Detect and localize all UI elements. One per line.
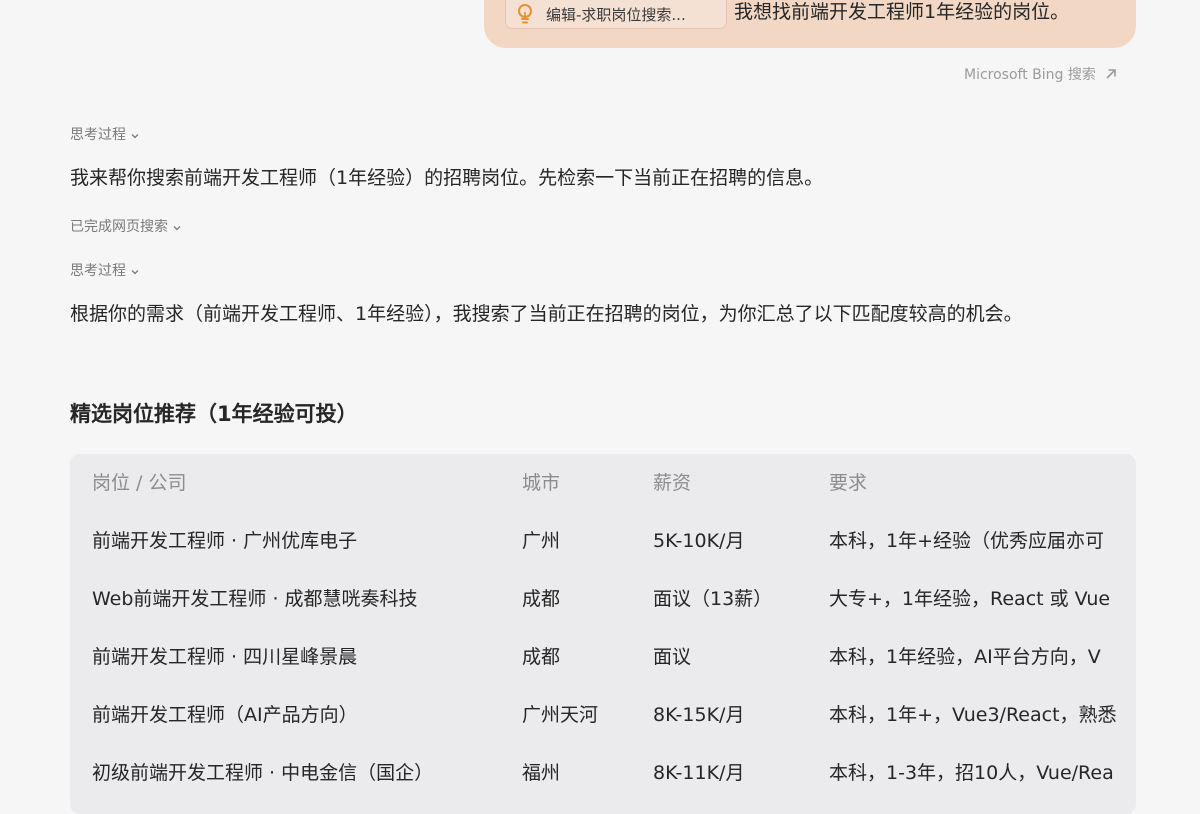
- header-salary: 薪资: [653, 472, 692, 494]
- requirements-cell: 本科，1年+，Vue3/React，熟悉: [829, 704, 1117, 726]
- table-row: Web前端开发工程师 · 成都慧咣奏科技 成都 面议（13薪） 大专+，1年经验…: [70, 570, 1136, 628]
- requirements-cell: 大专+，1年经验，React 或 Vue: [829, 588, 1111, 610]
- bing-search-label: Microsoft Bing 搜索: [964, 67, 1096, 83]
- salary-cell: 5K-10K/月: [653, 530, 745, 552]
- table-row: 前端开发工程师（AI产品方向） 广州天河 8K-15K/月 本科，1年+，Vue…: [70, 686, 1136, 744]
- city-cell: 广州: [522, 530, 561, 552]
- city-cell: 成都: [522, 588, 561, 610]
- thinking-toggle-label: 思考过程: [70, 127, 126, 143]
- attachment-chip[interactable]: 编辑-求职岗位搜索...: [505, 0, 727, 29]
- salary-cell: 面议（13薪）: [653, 588, 773, 610]
- jobs-table: 岗位 / 公司 城市 薪资 要求 前端开发工程师 · 广州优库电子 广州 5K-…: [70, 454, 1136, 814]
- salary-cell: 8K-11K/月: [653, 762, 745, 784]
- assistant-summary-text: 根据你的需求（前端开发工程师、1年经验），我搜索了当前正在招聘的岗位，为你汇总了…: [70, 303, 1023, 325]
- header-position-company: 岗位 / 公司: [92, 472, 187, 494]
- external-link-arrow-icon: [1104, 67, 1118, 81]
- section-title: 精选岗位推荐（1年经验可投）: [70, 402, 358, 426]
- header-city: 城市: [522, 472, 561, 494]
- table-row: 前端开发工程师 · 广州优库电子 广州 5K-10K/月 本科，1年+经验（优秀…: [70, 512, 1136, 570]
- thinking-toggle-1[interactable]: 思考过程: [70, 124, 140, 144]
- table-header-row: 岗位 / 公司 城市 薪资 要求: [70, 454, 1136, 512]
- thinking-toggle-label: 思考过程: [70, 263, 126, 279]
- job-title-cell: Web前端开发工程师 · 成都慧咣奏科技: [92, 588, 418, 610]
- web-search-status-label: 已完成网页搜索: [70, 219, 168, 235]
- city-cell: 福州: [522, 762, 561, 784]
- web-search-status-toggle[interactable]: 已完成网页搜索: [70, 216, 182, 236]
- table-row: 前端开发工程师 · 四川星峰景晨 成都 面议 本科，1年经验，AI平台方向，V: [70, 628, 1136, 686]
- chevron-down-icon: [130, 265, 140, 275]
- attachment-label: 编辑-求职岗位搜索...: [546, 5, 686, 24]
- job-title-cell: 前端开发工程师 · 广州优库电子: [92, 530, 358, 552]
- requirements-cell: 本科，1年+经验（优秀应届亦可: [829, 530, 1105, 552]
- requirements-cell: 本科，1年经验，AI平台方向，V: [829, 646, 1101, 668]
- assistant-intro-text: 我来帮你搜索前端开发工程师（1年经验）的招聘岗位。先检索一下当前正在招聘的信息。: [70, 167, 824, 189]
- job-title-cell: 前端开发工程师 · 四川星峰景晨: [92, 646, 358, 668]
- lightbulb-icon: [516, 3, 534, 25]
- requirements-cell: 本科，1-3年，招10人，Vue/Rea: [829, 762, 1114, 784]
- thinking-toggle-2[interactable]: 思考过程: [70, 260, 140, 280]
- job-title-cell: 前端开发工程师（AI产品方向）: [92, 704, 358, 726]
- header-requirements: 要求: [829, 472, 868, 494]
- city-cell: 广州天河: [522, 704, 599, 726]
- salary-cell: 8K-15K/月: [653, 704, 745, 726]
- user-message-text: 我想找前端开发工程师1年经验的岗位。: [734, 1, 1070, 23]
- bing-search-link[interactable]: Microsoft Bing 搜索: [964, 64, 1118, 84]
- chevron-down-icon: [130, 129, 140, 139]
- city-cell: 成都: [522, 646, 561, 668]
- salary-cell: 面议: [653, 646, 692, 668]
- job-title-cell: 初级前端开发工程师 · 中电金信（国企）: [92, 762, 434, 784]
- chevron-down-icon: [172, 221, 182, 231]
- table-row: 初级前端开发工程师 · 中电金信（国企） 福州 8K-11K/月 本科，1-3年…: [70, 744, 1136, 802]
